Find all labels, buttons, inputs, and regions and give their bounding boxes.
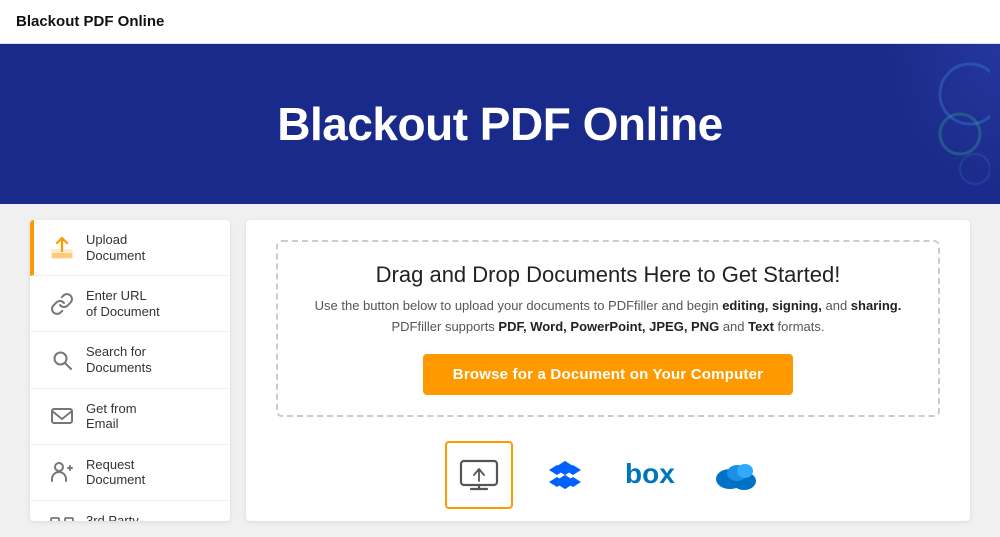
sidebar-item-upload-document[interactable]: UploadDocument (30, 220, 230, 276)
sidebar: UploadDocument Enter URLof Document Sear… (30, 220, 230, 521)
email-icon (48, 402, 76, 430)
sidebar-item-label-upload: UploadDocument (86, 232, 145, 263)
top-nav: Blackout PDF Online (0, 0, 1000, 44)
sidebar-item-request-document[interactable]: RequestDocument (30, 445, 230, 501)
hero-deco-swirl (910, 54, 990, 194)
upload-icon (48, 234, 76, 262)
drop-zone-title: Drag and Drop Documents Here to Get Star… (376, 262, 841, 288)
subtitle-text-3: PDFfiller supports (392, 319, 499, 334)
subtitle-text-1: Use the button below to upload your docu… (315, 298, 723, 313)
connections-icon (48, 515, 76, 521)
sidebar-item-label-request: RequestDocument (86, 457, 145, 488)
sidebar-item-search-documents[interactable]: Search forDocuments (30, 332, 230, 388)
computer-upload-icon[interactable] (445, 441, 513, 509)
browse-button[interactable]: Browse for a Document on Your Computer (423, 354, 793, 395)
sidebar-item-label-3rd-party: 3rd PartyConnections (86, 513, 158, 521)
hero-title: Blackout PDF Online (277, 97, 722, 151)
subtitle-text-5: formats. (774, 319, 825, 334)
sidebar-item-label-search: Search forDocuments (86, 344, 152, 375)
svg-text:box: box (625, 458, 675, 489)
cloud-icons-row: box (445, 441, 771, 509)
subtitle-text-2: and (822, 298, 851, 313)
request-icon (48, 458, 76, 486)
drop-zone[interactable]: Drag and Drop Documents Here to Get Star… (276, 240, 940, 417)
drop-zone-subtitle: Use the button below to upload your docu… (315, 296, 902, 338)
sidebar-item-enter-url[interactable]: Enter URLof Document (30, 276, 230, 332)
app-title: Blackout PDF Online (16, 13, 164, 30)
search-icon (48, 346, 76, 374)
link-icon (48, 290, 76, 318)
hero-banner: Blackout PDF Online (0, 44, 1000, 204)
upload-area: Drag and Drop Documents Here to Get Star… (246, 220, 970, 521)
sidebar-item-get-from-email[interactable]: Get fromEmail (30, 389, 230, 445)
subtitle-bold-1: editing, signing, (722, 298, 822, 313)
sidebar-item-label-url: Enter URLof Document (86, 288, 160, 319)
main-content: UploadDocument Enter URLof Document Sear… (0, 204, 1000, 537)
onedrive-icon[interactable] (703, 441, 771, 509)
sidebar-item-3rd-party[interactable]: 3rd PartyConnections (30, 501, 230, 521)
dropbox-icon[interactable] (531, 441, 599, 509)
sidebar-item-label-email: Get fromEmail (86, 401, 137, 432)
box-icon[interactable]: box (617, 441, 685, 509)
subtitle-text-4: and (719, 319, 748, 334)
subtitle-bold-text: Text (748, 319, 774, 334)
subtitle-bold-formats: PDF, Word, PowerPoint, JPEG, PNG (498, 319, 719, 334)
subtitle-bold-sharing: sharing. (851, 298, 902, 313)
